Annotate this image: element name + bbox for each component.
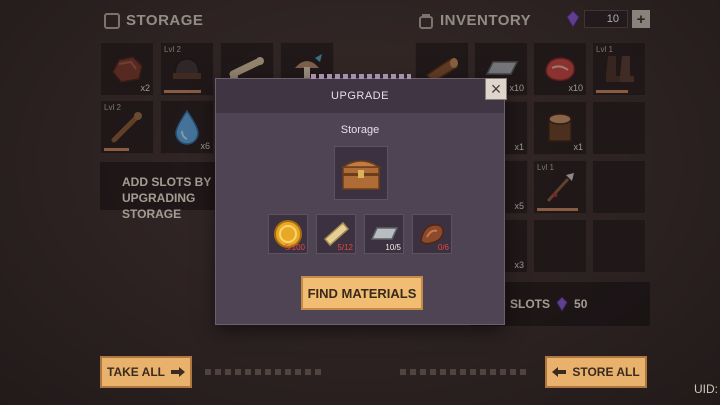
arrow-left-icon: [552, 367, 567, 377]
uid-label: UID:: [694, 382, 718, 396]
material-wood-plank[interactable]: 5/12: [316, 214, 356, 254]
divider-right: [400, 369, 530, 375]
take-all-button[interactable]: TAKE ALL: [100, 356, 192, 388]
target-item-slot: [334, 146, 388, 200]
modal-subtitle: Storage: [340, 124, 380, 136]
modal-title: UPGRADE: [216, 79, 504, 113]
material-iron-ingot[interactable]: 10/5: [364, 214, 404, 254]
store-all-button[interactable]: STORE ALL: [545, 356, 647, 388]
storage-chest-icon: [340, 160, 382, 190]
arrow-right-icon: [171, 367, 185, 377]
iron-ingot-icon: [370, 227, 399, 240]
upgrade-modal: UPGRADE Storage 5/100 5/12 10/5 0/6 FIND…: [215, 74, 505, 325]
take-all-label: TAKE ALL: [107, 365, 165, 379]
material-count: 10/5: [385, 243, 401, 252]
material-count: 0/6: [437, 243, 449, 252]
store-all-label: STORE ALL: [572, 365, 640, 379]
material-coin[interactable]: 5/100: [268, 214, 308, 254]
find-materials-button[interactable]: FIND MATERIALS: [301, 276, 423, 310]
material-count: 5/100: [284, 243, 305, 252]
close-button[interactable]: ×: [485, 78, 507, 100]
material-leather[interactable]: 0/6: [412, 214, 452, 254]
divider-left: [205, 369, 325, 375]
material-count: 5/12: [337, 243, 353, 252]
